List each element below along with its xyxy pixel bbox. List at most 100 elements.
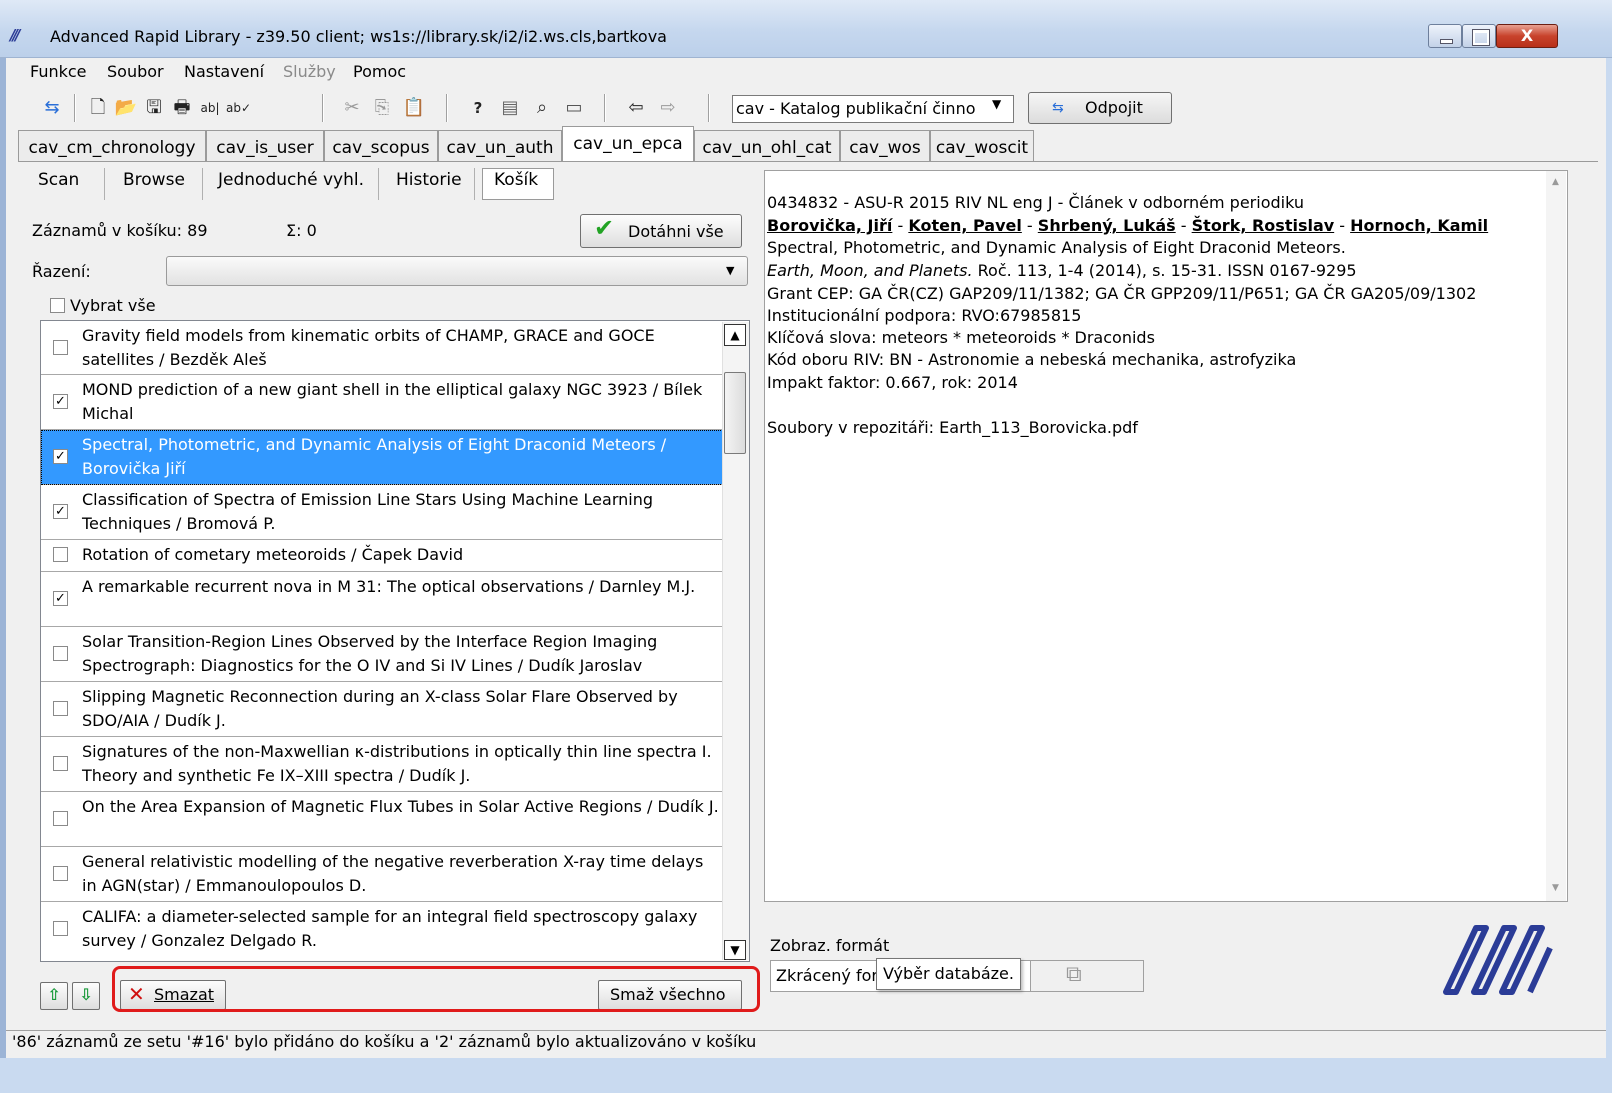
record-source: Earth, Moon, and Planets. Roč. 113, 1-4 …: [767, 261, 1357, 280]
menu-funkce[interactable]: Funkce: [30, 62, 87, 81]
tab-cav-un-ohl-cat[interactable]: cav_un_ohl_cat: [694, 130, 840, 162]
tab-basket[interactable]: Košík: [494, 170, 538, 190]
tab-cav-woscit[interactable]: cav_woscit: [930, 130, 1034, 162]
menu-pomoc[interactable]: Pomoc: [353, 62, 406, 81]
menu-soubor[interactable]: Soubor: [107, 62, 164, 81]
detail-scrollbar[interactable]: ▲ ▼: [1546, 171, 1566, 901]
item-checkbox[interactable]: ✓: [53, 504, 68, 519]
tab-cav-is-user[interactable]: cav_is_user: [206, 130, 324, 162]
item-checkbox[interactable]: [53, 866, 68, 881]
item-checkbox[interactable]: [53, 646, 68, 661]
menu-nastaveni[interactable]: Nastavení: [184, 62, 264, 81]
tab-history[interactable]: Historie: [396, 170, 462, 190]
select-all-checkbox[interactable]: [50, 298, 65, 313]
item-checkbox[interactable]: [53, 547, 68, 562]
copy-icon[interactable]: ⎘: [370, 96, 394, 120]
list-item[interactable]: ✓ MOND prediction of a new giant shell i…: [41, 375, 723, 430]
item-text: CALIFA: a diameter-selected sample for a…: [82, 907, 698, 950]
item-text: A remarkable recurrent nova in M 31: The…: [82, 577, 696, 596]
connect-icon[interactable]: ⇆: [40, 96, 64, 120]
menu-sluzby[interactable]: Služby: [283, 62, 336, 81]
item-text: Signatures of the non-Maxwellian κ-distr…: [82, 742, 712, 785]
list-item[interactable]: ✓ A remarkable recurrent nova in M 31: T…: [41, 572, 723, 627]
list-item[interactable]: CALIFA: a diameter-selected sample for a…: [41, 902, 723, 961]
tab-cav-un-auth[interactable]: cav_un_auth: [438, 130, 562, 162]
toolbar-separator: [322, 94, 324, 122]
tab-browse[interactable]: Browse: [123, 170, 185, 190]
close-button[interactable]: X: [1496, 24, 1558, 48]
maximize-button[interactable]: [1462, 24, 1496, 48]
print-icon[interactable]: 🖶: [170, 96, 194, 120]
tab-cav-un-epca[interactable]: cav_un_epca: [562, 126, 694, 162]
item-text: Gravity field models from kinematic orbi…: [82, 326, 655, 369]
author-separator: -: [1021, 216, 1038, 235]
list-item[interactable]: Slipping Magnetic Reconnection during an…: [41, 682, 723, 737]
basket-list[interactable]: Gravity field models from kinematic orbi…: [40, 320, 750, 962]
tab-simple-search[interactable]: Jednoduché vyhl.: [218, 170, 364, 190]
format-options-button[interactable]: [1030, 960, 1144, 992]
item-text: Slipping Magnetic Reconnection during an…: [82, 687, 678, 730]
minimize-button[interactable]: [1428, 24, 1462, 48]
back-arrow-icon[interactable]: ⇦: [624, 96, 648, 120]
window-bottom-frame: [0, 1058, 1612, 1093]
author-link[interactable]: Koten, Pavel: [908, 216, 1022, 235]
author-link[interactable]: Shrbený, Lukáš: [1038, 216, 1176, 235]
form-icon[interactable]: ▤: [498, 96, 522, 120]
sort-select[interactable]: [166, 256, 748, 286]
list-item-selected[interactable]: ✓ Spectral, Photometric, and Dynamic Ana…: [41, 430, 723, 485]
arrow-down-icon: ⇩: [79, 985, 93, 1004]
format-label: Zobraz. formát: [770, 936, 890, 955]
list-item[interactable]: On the Area Expansion of Magnetic Flux T…: [41, 792, 723, 847]
select-all-label[interactable]: Vybrat vše: [70, 296, 156, 315]
scroll-up-icon[interactable]: ▲: [1552, 177, 1559, 187]
item-checkbox[interactable]: ✓: [53, 449, 68, 464]
item-checkbox[interactable]: [53, 756, 68, 771]
new-document-icon[interactable]: 🗋: [86, 96, 110, 120]
tabs-divider: [18, 161, 1598, 162]
paste-icon[interactable]: 📋: [402, 96, 426, 120]
item-checkbox[interactable]: ✓: [53, 591, 68, 606]
chevron-down-icon[interactable]: ▼: [992, 97, 1001, 111]
record-files: Soubory v repozitáři: Earth_113_Borovick…: [767, 418, 1138, 437]
chevron-down-icon[interactable]: ▼: [726, 264, 734, 277]
list-item[interactable]: ✓ Classification of Spectra of Emission …: [41, 485, 723, 540]
list-item[interactable]: Signatures of the non-Maxwellian κ-distr…: [41, 737, 723, 792]
item-checkbox[interactable]: [53, 340, 68, 355]
scroll-down-icon[interactable]: ▼: [724, 940, 746, 960]
list-item[interactable]: General relativistic modelling of the ne…: [41, 847, 723, 902]
item-checkbox[interactable]: ✓: [53, 394, 68, 409]
tab-scan[interactable]: Scan: [38, 170, 79, 190]
tab-cav-wos[interactable]: cav_wos: [840, 130, 930, 162]
item-checkbox[interactable]: [53, 701, 68, 716]
scroll-up-icon[interactable]: ▲: [724, 324, 746, 346]
move-down-button[interactable]: ⇩: [72, 982, 100, 1010]
item-text: Solar Transition-Region Lines Observed b…: [82, 632, 658, 675]
author-link[interactable]: Borovička, Jiří: [767, 216, 892, 235]
item-checkbox[interactable]: [53, 921, 68, 936]
tab-cav-scopus[interactable]: cav_scopus: [324, 130, 438, 162]
author-separator: -: [1334, 216, 1351, 235]
toolbar-separator: [446, 94, 448, 122]
item-checkbox[interactable]: [53, 811, 68, 826]
author-link[interactable]: Hornoch, Kamil: [1350, 216, 1488, 235]
list-item[interactable]: Gravity field models from kinematic orbi…: [41, 321, 723, 375]
spellcheck-icon[interactable]: ab✓: [226, 96, 251, 120]
forward-arrow-icon[interactable]: ⇨: [656, 96, 680, 120]
cut-icon[interactable]: ✂: [340, 96, 364, 120]
help-icon[interactable]: ?: [466, 96, 490, 120]
open-folder-icon[interactable]: 📂: [114, 96, 138, 120]
move-up-button[interactable]: ⇧: [40, 982, 68, 1010]
display-icon[interactable]: ▭: [562, 96, 586, 120]
toolbar-separator: [604, 94, 606, 122]
list-item[interactable]: Solar Transition-Region Lines Observed b…: [41, 627, 723, 682]
search-binoculars-icon[interactable]: ⌕: [530, 96, 554, 120]
tab-cav-cm-chronology[interactable]: cav_cm_chronology: [18, 130, 206, 162]
text-edit-icon[interactable]: ab|: [198, 96, 222, 120]
record-impact: Impakt faktor: 0.667, rok: 2014: [767, 373, 1018, 392]
list-item[interactable]: Rotation of cometary meteoroids / Čapek …: [41, 540, 723, 572]
scroll-down-icon[interactable]: ▼: [1552, 883, 1559, 893]
save-icon[interactable]: 🖫: [142, 96, 166, 120]
arrow-up-icon: ⇧: [47, 985, 61, 1004]
scroll-thumb[interactable]: [724, 372, 746, 454]
author-link[interactable]: Štork, Rostislav: [1192, 216, 1335, 235]
